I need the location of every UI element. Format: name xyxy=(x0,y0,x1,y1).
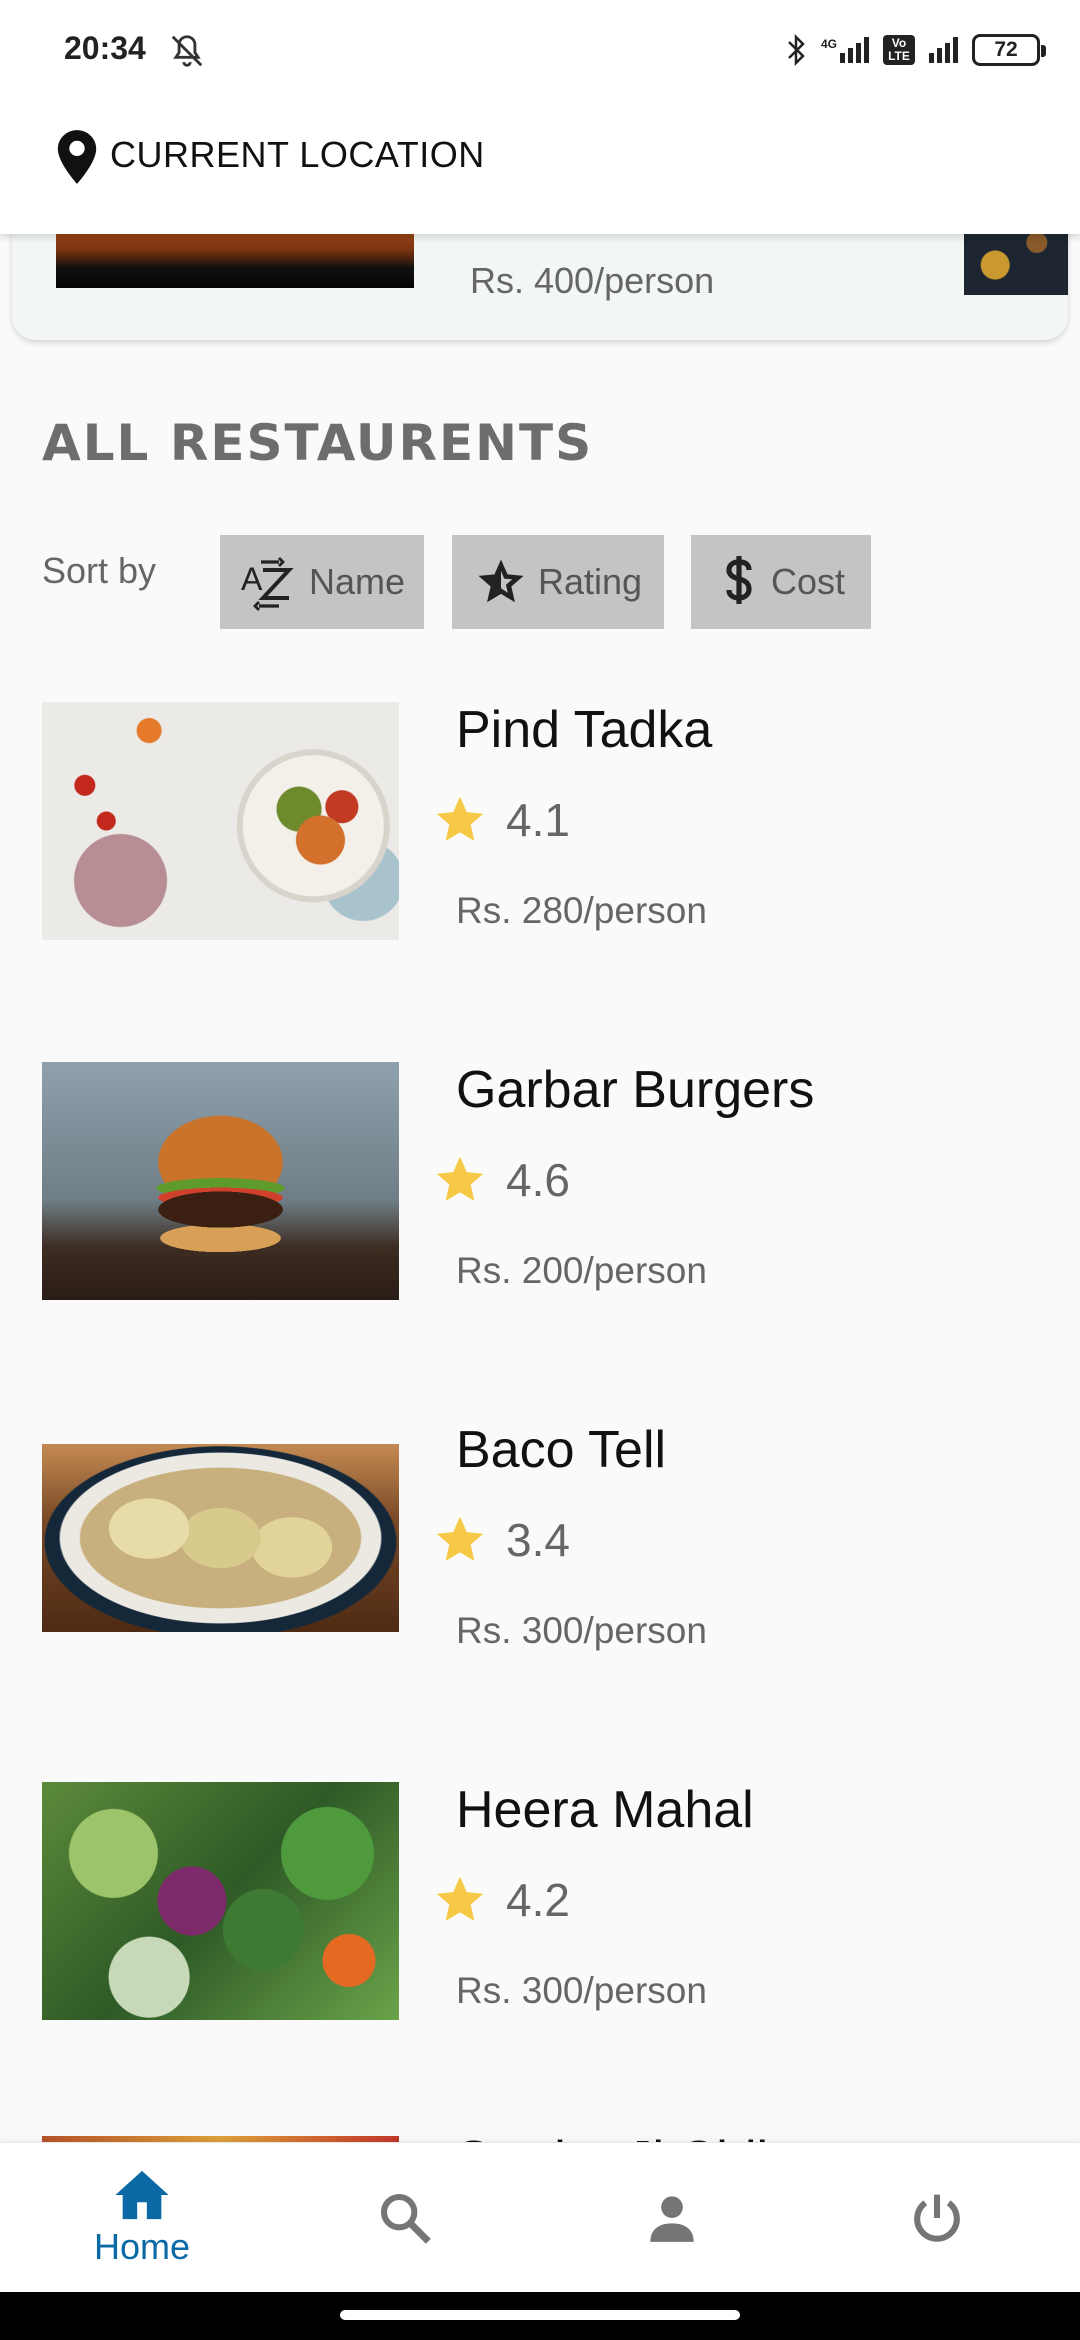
status-time: 20:34 xyxy=(64,30,146,66)
restaurant-image xyxy=(42,1782,399,2020)
mute-bell-icon xyxy=(171,35,203,67)
battery-level: 72 xyxy=(994,38,1018,61)
restaurant-name: Garbar Burgers xyxy=(456,1061,815,1119)
bluetooth-icon xyxy=(788,33,805,67)
gesture-bar xyxy=(0,2292,1080,2340)
home-icon xyxy=(115,2170,169,2220)
star-icon xyxy=(436,1156,484,1201)
star-icon xyxy=(478,559,524,603)
restaurant-item[interactable]: Garbar Burgers 4.6 Rs. 200/person xyxy=(42,1060,1042,1300)
status-icons: 4G Vo LTE 72 xyxy=(785,28,1046,72)
power-icon xyxy=(914,2194,960,2242)
bottom-navigation: Home xyxy=(0,2142,1080,2292)
home-gesture-pill[interactable] xyxy=(340,2310,740,2320)
rating-value: 4.6 xyxy=(506,1154,570,1206)
restaurant-rating: 3.4 xyxy=(432,1512,570,1568)
restaurant-name: Baco Tell xyxy=(456,1421,667,1479)
nav-home[interactable]: Home xyxy=(7,2143,277,2293)
restaurant-cost: Rs. 300/person xyxy=(456,1970,707,2011)
restaurant-image xyxy=(42,1062,399,1300)
nav-search[interactable] xyxy=(270,2143,540,2293)
restaurant-rating: 4.6 xyxy=(432,1152,570,1208)
rating-value: 4.2 xyxy=(506,1874,570,1926)
sort-by-name-button[interactable]: A Name xyxy=(220,535,424,629)
restaurant-image xyxy=(42,702,399,940)
restaurant-rating: 4.2 xyxy=(432,1872,570,1928)
star-icon xyxy=(436,796,484,841)
volte-icon: Vo LTE xyxy=(883,35,915,65)
sort-by-label: Sort by xyxy=(42,550,157,591)
sort-by-cost-button[interactable]: Cost xyxy=(691,535,871,629)
restaurant-item[interactable]: Baco Tell 3.4 Rs. 300/person xyxy=(42,1420,1042,1660)
battery-icon: 72 xyxy=(972,34,1046,66)
svg-text:A: A xyxy=(241,561,263,597)
star-icon xyxy=(436,1876,484,1921)
restaurant-name: Pind Tadka xyxy=(456,701,713,759)
signal-icon xyxy=(929,37,958,63)
sort-by-cost-label: Cost xyxy=(770,561,846,602)
restaurant-item[interactable]: Pind Tadka 4.1 Rs. 280/person xyxy=(42,700,1042,940)
sort-by-rating-button[interactable]: Rating xyxy=(452,535,664,629)
restaurant-cost: Rs. 200/person xyxy=(456,1250,707,1291)
restaurant-name: Heera Mahal xyxy=(456,1781,754,1839)
restaurant-cost: Rs. 300/person xyxy=(456,1610,707,1651)
sort-by-rating-label: Rating xyxy=(537,561,643,602)
nav-home-label: Home xyxy=(93,2226,191,2267)
restaurant-rating: 4.1 xyxy=(432,792,570,848)
search-icon xyxy=(380,2193,431,2244)
signal-4g-icon: 4G xyxy=(821,37,869,63)
app-header: CURRENT LOCATION xyxy=(0,100,1080,234)
restaurant-cost: Rs. 280/person xyxy=(456,890,707,931)
sort-by-name-label: Name xyxy=(308,561,406,602)
restaurant-image xyxy=(42,1444,399,1632)
location-pin-icon[interactable] xyxy=(54,128,100,186)
section-title: ALL RESTAURENTS xyxy=(42,414,594,472)
person-icon xyxy=(650,2196,694,2242)
dollar-icon xyxy=(726,556,752,604)
current-location-label[interactable]: CURRENT LOCATION xyxy=(110,134,485,176)
rating-value: 3.4 xyxy=(506,1514,570,1566)
restaurant-item[interactable]: Heera Mahal 4.2 Rs. 300/person xyxy=(42,1780,1042,2020)
status-bar: 20:34 4G Vo LTE 72 xyxy=(0,0,1080,100)
nav-profile[interactable] xyxy=(537,2143,807,2293)
rating-value: 4.1 xyxy=(506,794,570,846)
star-icon xyxy=(436,1516,484,1561)
sort-az-icon: A xyxy=(241,557,294,611)
featured-restaurant-cost: Rs. 400/person xyxy=(470,260,715,301)
nav-logout[interactable] xyxy=(802,2143,1072,2293)
